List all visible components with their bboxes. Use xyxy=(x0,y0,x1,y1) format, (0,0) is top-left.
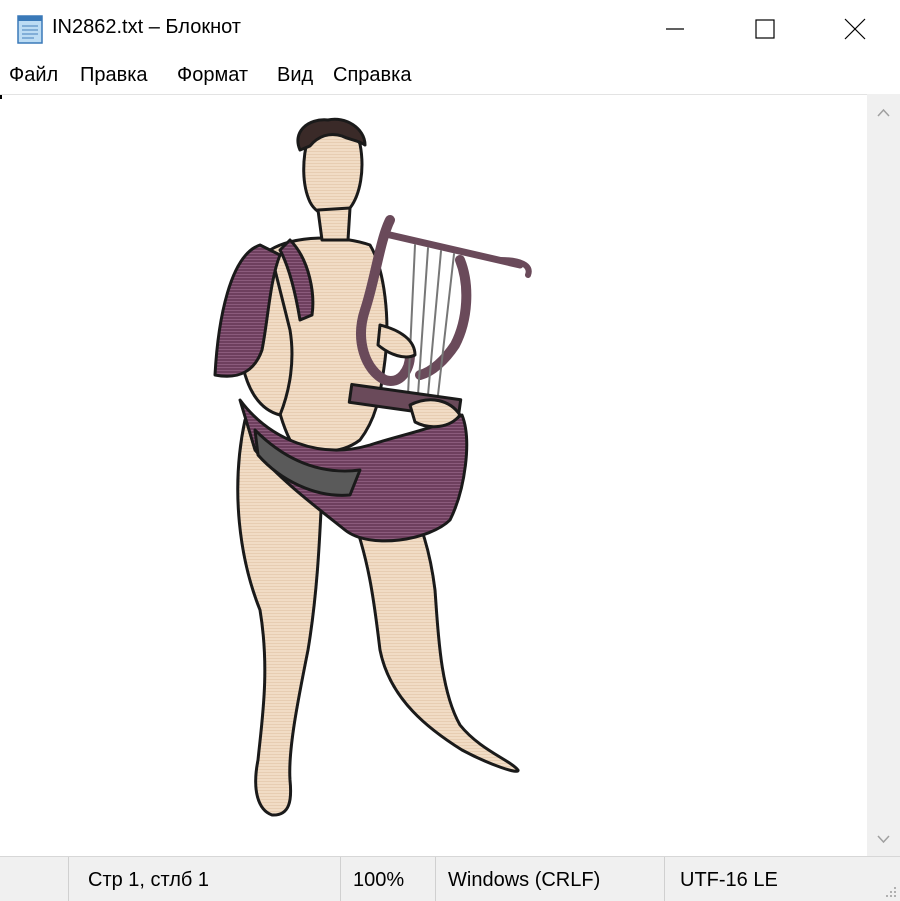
menu-bar: Файл Правка Формат Вид Справка xyxy=(0,58,900,94)
close-icon xyxy=(844,18,866,40)
apollo-lyre-illustration xyxy=(213,117,532,817)
close-button[interactable] xyxy=(810,0,900,58)
menu-help[interactable]: Справка xyxy=(331,64,413,87)
zoom-level: 100% xyxy=(353,869,405,891)
scroll-down-icon[interactable] xyxy=(876,831,891,846)
status-separator xyxy=(68,857,69,901)
minimize-button[interactable] xyxy=(630,0,720,58)
notepad-icon xyxy=(17,15,43,44)
maximize-button[interactable] xyxy=(720,0,810,58)
status-bar: Стр 1, стлб 1 100% Windows (CRLF) UTF-16… xyxy=(0,856,900,901)
resize-grip-icon[interactable] xyxy=(882,883,898,899)
status-separator xyxy=(435,857,436,901)
cursor-position: Стр 1, стлб 1 xyxy=(88,869,210,891)
menu-file[interactable]: Файл xyxy=(7,64,60,87)
window-title: IN2862.txt – Блокнот xyxy=(52,16,241,38)
maximize-icon xyxy=(755,19,775,39)
status-separator xyxy=(664,857,665,901)
menu-edit[interactable]: Правка xyxy=(78,64,150,87)
status-separator xyxy=(340,857,341,901)
menu-view[interactable]: Вид xyxy=(275,64,315,87)
encoding: UTF-16 LE xyxy=(680,869,778,891)
minimize-icon xyxy=(666,28,684,30)
title-bar[interactable]: IN2862.txt – Блокнот xyxy=(0,0,900,58)
line-endings: Windows (CRLF) xyxy=(448,869,601,891)
text-caret xyxy=(0,95,2,99)
scroll-up-icon[interactable] xyxy=(876,106,891,121)
menu-format[interactable]: Формат xyxy=(175,64,250,87)
vertical-scrollbar[interactable] xyxy=(867,94,900,856)
